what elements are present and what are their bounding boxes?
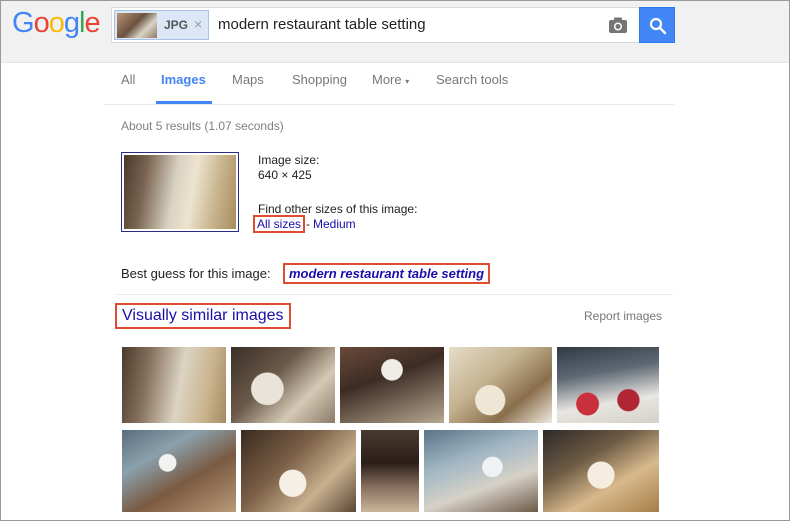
similar-image-thumbnail[interactable]: [340, 347, 444, 423]
tab-images[interactable]: Images: [161, 72, 206, 87]
best-guess-link[interactable]: modern restaurant table setting: [283, 263, 491, 284]
search-input[interactable]: [218, 16, 598, 33]
report-images-link[interactable]: Report images: [584, 309, 662, 323]
logo-letter: e: [84, 7, 100, 39]
all-sizes-link[interactable]: All sizes: [253, 215, 306, 233]
tab-search-tools[interactable]: Search tools: [436, 72, 508, 87]
chip-thumbnail: [117, 13, 157, 38]
similar-image-thumbnail[interactable]: [543, 430, 659, 512]
similar-image-thumbnail[interactable]: [241, 430, 356, 512]
best-guess-label: Best guess for this image:: [121, 266, 271, 281]
search-button[interactable]: [639, 7, 675, 43]
medium-size-link[interactable]: Medium: [313, 217, 356, 231]
chevron-down-icon: ▾: [405, 77, 410, 86]
query-image-thumbnail[interactable]: [121, 152, 239, 232]
find-sizes-label: Find other sizes of this image:: [258, 202, 418, 216]
chip-close-icon[interactable]: ×: [194, 16, 202, 32]
tab-more-label: More: [372, 72, 402, 87]
header: Google JPG ×: [1, 1, 789, 63]
logo-letter: o: [33, 7, 50, 39]
visually-similar-images-link[interactable]: Visually similar images: [115, 303, 291, 329]
image-size-value: 640 × 425: [258, 168, 312, 182]
logo-letter: o: [48, 7, 65, 39]
browser-frame: Google JPG × modern restaurant table set…: [0, 0, 790, 521]
google-logo[interactable]: Google: [12, 7, 101, 40]
active-tab-indicator: [156, 101, 212, 104]
logo-letter: g: [63, 7, 80, 39]
chip-file-type: JPG: [164, 18, 189, 32]
search-box[interactable]: JPG ×: [111, 7, 639, 43]
logo-letter: G: [12, 7, 35, 39]
tab-maps[interactable]: Maps: [232, 72, 264, 87]
similar-image-thumbnail[interactable]: [557, 347, 659, 423]
image-size-label: Image size:: [258, 153, 320, 167]
search-tabs: All Images Maps Shopping More ▾ Search t…: [104, 63, 674, 105]
tab-more[interactable]: More ▾: [372, 72, 409, 87]
tab-shopping[interactable]: Shopping: [292, 72, 347, 87]
similar-image-thumbnail[interactable]: [122, 430, 236, 512]
tab-all[interactable]: All: [121, 72, 135, 87]
size-separator: -: [306, 217, 310, 231]
search-icon: [649, 17, 667, 35]
similar-image-thumbnail[interactable]: [424, 430, 538, 512]
results-stats: About 5 results (1.07 seconds): [121, 119, 284, 133]
similar-image-thumbnail[interactable]: [449, 347, 552, 423]
image-query-chip[interactable]: JPG ×: [114, 10, 209, 40]
query-image: [124, 155, 236, 229]
camera-icon[interactable]: [608, 16, 628, 34]
similar-image-thumbnail[interactable]: [122, 347, 226, 423]
similar-image-thumbnail[interactable]: [361, 430, 419, 512]
similar-image-thumbnail[interactable]: [231, 347, 335, 423]
divider: [115, 294, 673, 295]
